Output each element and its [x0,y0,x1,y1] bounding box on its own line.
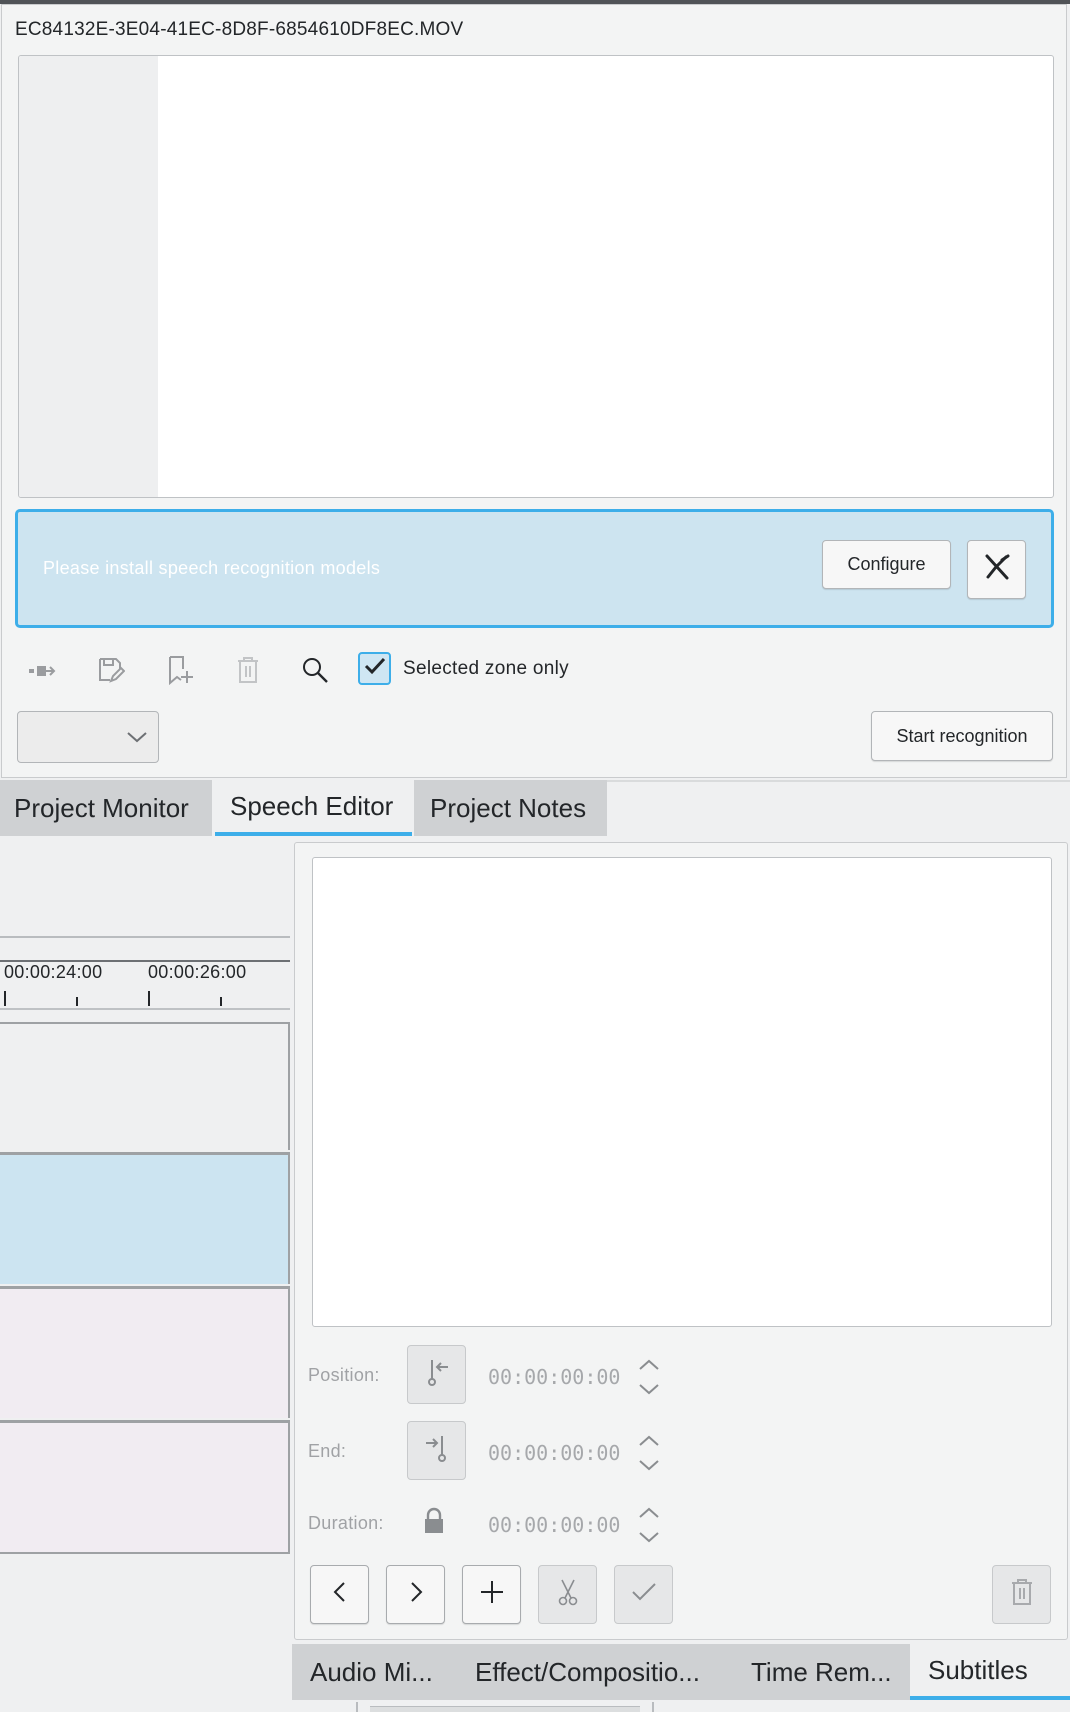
set-end-icon [422,1433,452,1468]
add-bookmark-icon[interactable] [166,656,194,685]
language-model-select[interactable] [17,711,159,763]
lock-icon[interactable] [421,1507,447,1540]
subtitle-text-editor[interactable] [312,857,1052,1327]
scissors-icon [556,1578,580,1611]
position-label: Position: [308,1365,380,1385]
status-buttons-edge [370,1706,640,1712]
end-label: End: [308,1441,347,1461]
timeline-track-selected[interactable] [0,1152,290,1284]
chevron-right-icon [406,1580,426,1609]
ruler-tick [4,991,6,1006]
close-icon [982,552,1012,587]
status-divider [356,1702,358,1712]
save-edit-icon[interactable] [97,656,125,684]
set-position-button[interactable] [407,1345,466,1404]
end-spinner[interactable] [637,1433,661,1478]
set-end-button[interactable] [407,1421,466,1480]
tab-speech-editor[interactable]: Speech Editor [215,780,412,836]
speech-text-area[interactable] [18,55,1054,498]
tab-audio-mixer[interactable]: Audio Mi... [310,1644,433,1700]
selected-zone-checkbox[interactable] [358,652,391,685]
position-spinner[interactable] [637,1357,661,1402]
position-timecode[interactable]: 00:00:00:00 [488,1365,620,1389]
tab-project-notes[interactable]: Project Notes [414,780,607,836]
tab-effect-composition[interactable]: Effect/Compositio... [475,1644,700,1700]
text-gutter [19,56,158,497]
apply-subtitle-button[interactable] [614,1565,673,1624]
set-start-icon [422,1357,452,1392]
close-banner-button[interactable] [967,540,1026,599]
start-recognition-button[interactable]: Start recognition [871,711,1053,761]
duration-label: Duration: [308,1513,384,1533]
selected-zone-label[interactable]: Selected zone only [403,658,569,680]
insert-zone-icon[interactable] [28,656,56,684]
duration-timecode[interactable]: 00:00:00:00 [488,1513,620,1537]
ruler-tick [148,991,150,1006]
tab-bar-line [607,780,1070,782]
end-timecode[interactable]: 00:00:00:00 [488,1441,620,1465]
previous-subtitle-button[interactable] [310,1565,369,1624]
ruler-timecode: 00:00:26:00 [148,962,247,982]
timeline-audio-track[interactable] [0,1286,290,1418]
delete-icon[interactable] [234,656,262,684]
ruler-top-line [0,936,290,938]
duration-spinner[interactable] [637,1505,661,1550]
ruler-timecode: 00:00:24:00 [4,962,103,982]
tab-time-remap[interactable]: Time Rem... [751,1644,892,1700]
trash-icon [1010,1578,1034,1611]
plus-icon [479,1579,505,1610]
checkmark-icon [364,657,386,680]
install-models-banner: Please install speech recognition models… [15,509,1054,628]
timeline-area: 00:00:24:00 00:00:26:00 [0,842,290,1712]
delete-subtitle-button[interactable] [992,1565,1051,1624]
ruler-bottom-line [0,1008,290,1010]
split-subtitle-button[interactable] [538,1565,597,1624]
chevron-down-icon [126,730,148,749]
ruler-tick [76,997,78,1006]
clip-name: EC84132E-3E04-41EC-8D8F-6854610DF8EC.MOV [15,19,464,40]
bottom-tab-bar: Audio Mi... Effect/Compositio... Time Re… [292,1644,1070,1700]
speech-editor-panel: EC84132E-3E04-41EC-8D8F-6854610DF8EC.MOV… [1,4,1067,778]
tab-project-monitor[interactable]: Project Monitor [0,780,212,836]
ruler-tick [220,997,222,1006]
next-subtitle-button[interactable] [386,1565,445,1624]
subtitles-panel: Position: 00:00:00:00 End: 00:00:00:00 D… [294,842,1068,1640]
timeline-track[interactable] [0,1022,290,1150]
banner-message: Please install speech recognition models [43,558,381,578]
add-subtitle-button[interactable] [462,1565,521,1624]
check-icon [631,1582,657,1607]
tab-subtitles[interactable]: Subtitles [910,1644,1070,1700]
status-divider [652,1702,654,1712]
timeline-audio-track[interactable] [0,1420,290,1554]
configure-button[interactable]: Configure [822,540,951,589]
search-icon[interactable] [301,656,329,684]
chevron-left-icon [330,1580,350,1609]
